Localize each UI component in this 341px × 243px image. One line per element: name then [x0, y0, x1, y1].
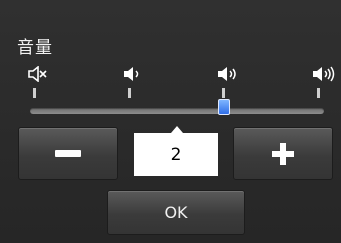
volume-dialog: 音量 2 OK	[0, 0, 341, 243]
value-pointer	[171, 126, 183, 133]
dialog-title: 音量	[17, 38, 53, 58]
slider-tick	[128, 88, 131, 98]
volume-slider-thumb[interactable]	[217, 99, 230, 115]
decrease-button[interactable]	[18, 127, 118, 180]
minus-icon	[55, 150, 81, 157]
speaker-high-icon	[311, 66, 335, 82]
increase-button[interactable]	[233, 127, 333, 180]
volume-slider-track[interactable]	[30, 108, 324, 114]
speaker-medium-icon	[216, 66, 240, 82]
plus-icon	[272, 142, 294, 165]
speaker-mute-icon	[27, 66, 51, 82]
volume-value: 2	[134, 133, 218, 176]
ok-button[interactable]: OK	[107, 190, 245, 235]
speaker-low-icon	[122, 66, 146, 82]
slider-tick	[317, 88, 320, 98]
slider-tick	[222, 88, 225, 98]
slider-tick	[33, 88, 36, 98]
